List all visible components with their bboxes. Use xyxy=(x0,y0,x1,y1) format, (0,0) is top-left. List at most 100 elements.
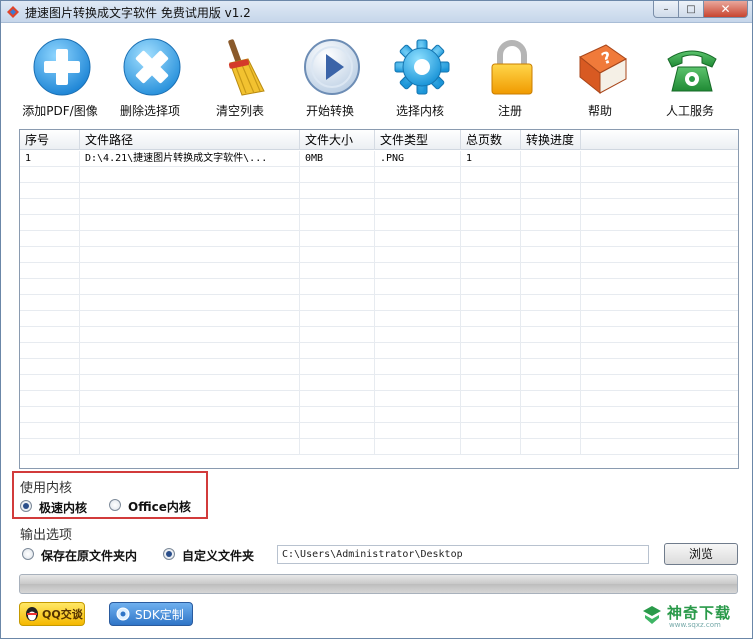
help-button[interactable]: ? 帮助 xyxy=(555,35,645,121)
kernel-fast-radio[interactable] xyxy=(20,500,32,512)
empty-cell xyxy=(461,311,521,327)
column-header-progress[interactable]: 转换进度 xyxy=(521,130,581,150)
delete-selected-button[interactable]: 删除选择项 xyxy=(105,35,195,121)
empty-cell xyxy=(20,231,80,247)
empty-cell xyxy=(20,199,80,215)
start-convert-button[interactable]: 开始转换 xyxy=(285,35,375,121)
empty-cell xyxy=(521,391,581,407)
empty-cell xyxy=(375,199,461,215)
register-button[interactable]: 注册 xyxy=(465,35,555,121)
clear-list-button[interactable]: 清空列表 xyxy=(195,35,285,121)
empty-cell xyxy=(20,423,80,439)
output-path-field[interactable]: C:\Users\Administrator\Desktop xyxy=(277,545,649,564)
empty-cell xyxy=(20,343,80,359)
empty-cell xyxy=(521,311,581,327)
empty-table-row xyxy=(20,167,738,183)
column-header-path[interactable]: 文件路径 xyxy=(80,130,300,150)
column-header-size[interactable]: 文件大小 xyxy=(300,130,375,150)
cell-type: .PNG xyxy=(375,151,461,167)
empty-table-row xyxy=(20,343,738,359)
empty-cell xyxy=(461,279,521,295)
sdk-custom-label: SDK定制 xyxy=(135,607,184,622)
empty-table-row xyxy=(20,183,738,199)
toolbar: 添加PDF/图像 删除选择项 清空列表 开始转换 选择内核 注册 ? 帮助 人工… xyxy=(15,35,735,121)
empty-cell xyxy=(461,199,521,215)
empty-cell xyxy=(461,359,521,375)
table-row[interactable]: 1 D:\4.21\捷速图片转换成文字软件\... 0MB .PNG 1 xyxy=(20,151,738,167)
gear-icon xyxy=(394,39,450,95)
save-original-folder-label[interactable]: 保存在原文件夹内 xyxy=(41,547,137,564)
empty-cell xyxy=(300,199,375,215)
watermark-text: 神奇下载 xyxy=(667,604,732,622)
minimize-icon: – xyxy=(663,3,669,15)
close-button[interactable]: ✕ xyxy=(704,1,748,18)
empty-cell xyxy=(300,311,375,327)
empty-cell xyxy=(375,263,461,279)
empty-cell xyxy=(581,327,738,343)
title-bar[interactable]: 捷速图片转换成文字软件 免费试用版 v1.2 – □ ✕ xyxy=(1,1,752,23)
empty-cell xyxy=(300,343,375,359)
empty-cell xyxy=(581,247,738,263)
app-logo-icon xyxy=(7,6,19,18)
empty-cell xyxy=(375,295,461,311)
custom-folder-radio[interactable] xyxy=(163,548,175,560)
column-header-type[interactable]: 文件类型 xyxy=(375,130,461,150)
empty-cell xyxy=(80,183,300,199)
empty-cell xyxy=(375,279,461,295)
column-header-pages[interactable]: 总页数 xyxy=(461,130,521,150)
sdk-gear-icon xyxy=(116,607,130,621)
kernel-office-label[interactable]: Office内核 xyxy=(128,498,191,515)
empty-cell xyxy=(300,439,375,455)
empty-cell xyxy=(300,183,375,199)
manual-service-button[interactable]: 人工服务 xyxy=(645,35,735,121)
empty-cell xyxy=(521,231,581,247)
help-book-icon: ? xyxy=(579,44,627,95)
empty-cell xyxy=(20,279,80,295)
empty-cell xyxy=(80,167,300,183)
select-kernel-button[interactable]: 选择内核 xyxy=(375,35,465,121)
empty-cell xyxy=(375,391,461,407)
column-header-index[interactable]: 序号 xyxy=(20,130,80,150)
empty-cell xyxy=(581,311,738,327)
empty-cell xyxy=(375,327,461,343)
file-list-table[interactable]: 序号 文件路径 文件大小 文件类型 总页数 转换进度 1 D:\4.21\捷速图… xyxy=(19,129,739,469)
empty-cell xyxy=(300,391,375,407)
qq-chat-button[interactable]: QQ交谈 xyxy=(19,602,85,626)
maximize-button[interactable]: □ xyxy=(679,1,704,18)
cell-index: 1 xyxy=(20,151,80,167)
custom-folder-label[interactable]: 自定义文件夹 xyxy=(182,547,254,564)
kernel-fast-label[interactable]: 极速内核 xyxy=(39,499,87,516)
phone-icon xyxy=(667,50,717,92)
empty-table-row xyxy=(20,215,738,231)
help-label: 帮助 xyxy=(587,104,612,118)
empty-cell xyxy=(300,327,375,343)
minimize-button[interactable]: – xyxy=(653,1,679,18)
empty-cell xyxy=(521,279,581,295)
empty-cell xyxy=(20,247,80,263)
add-pdf-image-button[interactable]: 添加PDF/图像 xyxy=(15,35,105,121)
sdk-custom-button[interactable]: SDK定制 xyxy=(109,602,193,626)
manual-service-label: 人工服务 xyxy=(665,104,714,118)
empty-cell xyxy=(521,295,581,311)
empty-cell xyxy=(521,423,581,439)
empty-cell xyxy=(581,263,738,279)
empty-cell xyxy=(20,359,80,375)
save-original-folder-radio[interactable] xyxy=(22,548,34,560)
empty-cell xyxy=(20,215,80,231)
empty-cell xyxy=(300,375,375,391)
empty-cell xyxy=(20,327,80,343)
start-convert-label: 开始转换 xyxy=(305,104,354,118)
browse-button[interactable]: 浏览 xyxy=(664,543,738,565)
empty-table-row xyxy=(20,311,738,327)
empty-cell xyxy=(80,199,300,215)
close-icon: ✕ xyxy=(720,2,731,16)
empty-cell xyxy=(20,375,80,391)
empty-cell xyxy=(300,359,375,375)
empty-cell xyxy=(461,215,521,231)
empty-cell xyxy=(461,183,521,199)
empty-cell xyxy=(581,391,738,407)
kernel-office-radio[interactable] xyxy=(109,499,121,511)
watermark-logo-icon xyxy=(643,606,661,624)
empty-cell xyxy=(20,407,80,423)
empty-cell xyxy=(581,439,738,455)
